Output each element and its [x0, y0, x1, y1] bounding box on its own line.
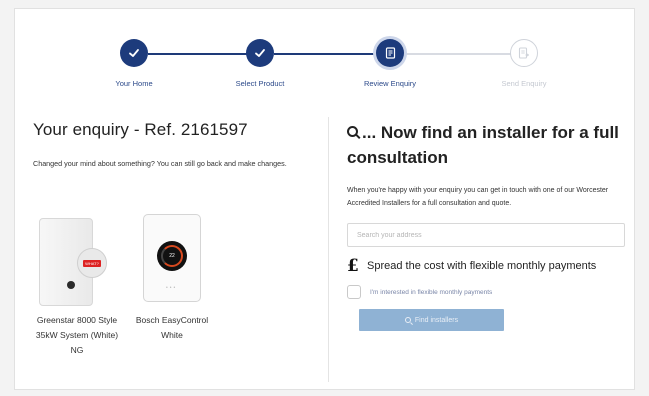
enquiry-title: Your enquiry - Ref. 2161597 [33, 120, 248, 139]
step-4-circle [510, 39, 538, 67]
step-3-circle[interactable] [376, 39, 404, 67]
step-2-circle[interactable] [246, 39, 274, 67]
address-search-input[interactable] [347, 223, 625, 247]
thermostat-product-image: 22 ••• [143, 214, 201, 302]
progress-stepper: Your Home Select Product Review Enquiry … [15, 9, 636, 109]
step-1-circle[interactable] [120, 39, 148, 67]
send-document-icon [518, 47, 530, 59]
find-installer-description: When you're happy with your enquiry you … [347, 187, 609, 207]
boiler-product-name: Greenstar 8000 Style 35kW System (White)… [35, 315, 119, 355]
step-2-label[interactable]: Select Product [210, 79, 310, 88]
finance-heading: Spread the cost with flexible monthly pa… [367, 260, 597, 272]
finance-checkbox-label[interactable]: I'm interested in flexible monthly payme… [370, 289, 492, 296]
finance-row: £ Spread the cost with flexible monthly … [347, 256, 596, 276]
finance-checkbox-row[interactable]: I'm interested in flexible monthly payme… [347, 285, 492, 299]
thermostat-sensor-dots: ••• [166, 285, 178, 291]
enquiry-description: Changed your mind about something? You c… [33, 159, 287, 168]
document-icon [385, 47, 395, 59]
find-installer-title: ... Now find an installer for a full con… [347, 123, 619, 167]
enquiry-card: Your Home Select Product Review Enquiry … [14, 8, 635, 390]
find-installers-button[interactable]: Find installers [359, 309, 504, 331]
step-connector [274, 53, 390, 55]
step-connector [404, 53, 514, 55]
column-divider [328, 117, 329, 382]
step-3-label[interactable]: Review Enquiry [340, 79, 440, 88]
step-1-label[interactable]: Your Home [84, 79, 184, 88]
award-badge-icon: WHAT? [77, 248, 107, 278]
check-icon [129, 49, 139, 57]
finance-checkbox[interactable] [347, 285, 361, 299]
step-connector [148, 53, 260, 55]
search-icon [347, 126, 358, 137]
step-4-label: Send Enquiry [501, 79, 547, 88]
search-icon [404, 317, 411, 323]
boiler-dial-icon [67, 281, 75, 289]
boiler-product-image: WHAT? [35, 214, 117, 310]
thermostat-product-name: Bosch EasyControl White [135, 315, 209, 340]
check-icon [255, 49, 265, 57]
pound-icon: £ [347, 256, 359, 276]
thermostat-icon: 22 [157, 241, 187, 271]
